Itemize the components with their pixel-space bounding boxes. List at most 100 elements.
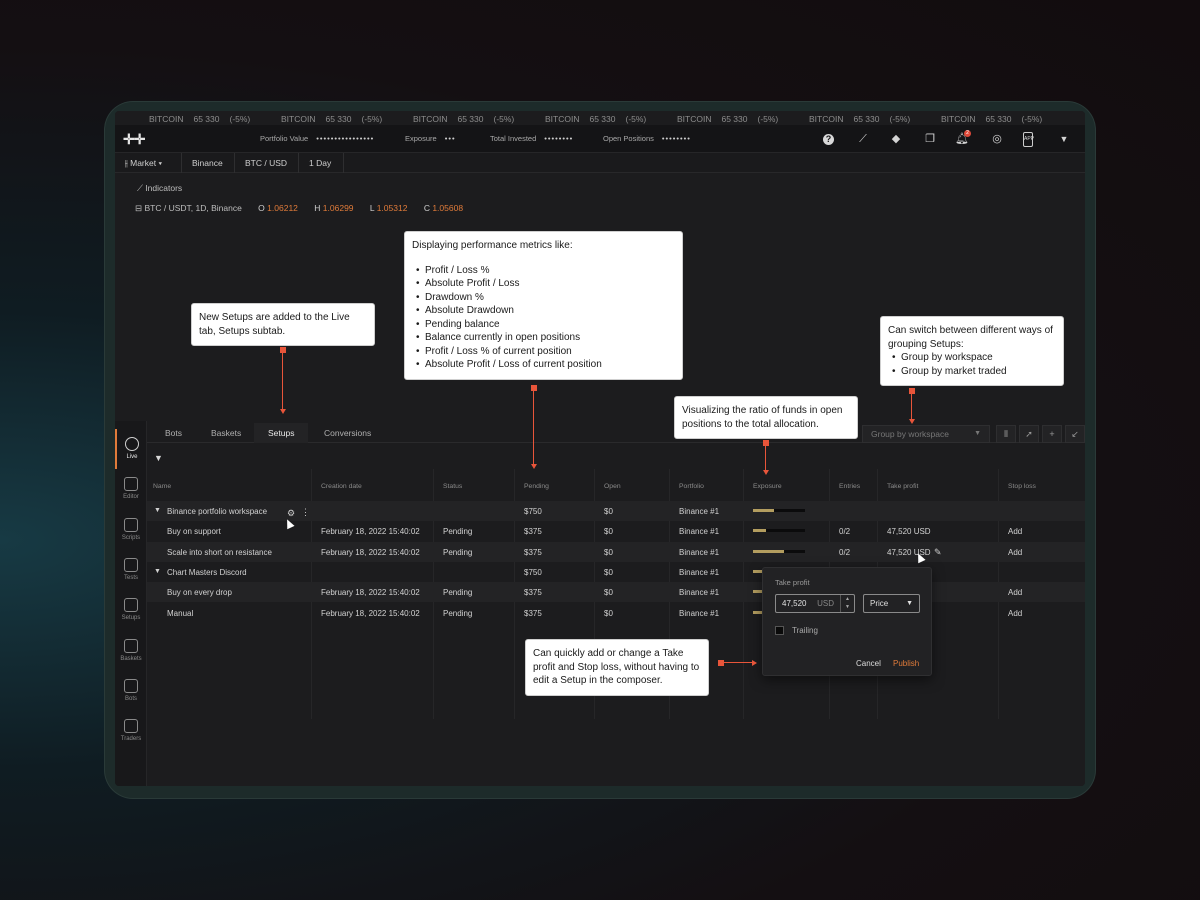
globe-icon[interactable]: ◎: [990, 132, 1004, 146]
app-icon[interactable]: APP: [1023, 132, 1034, 147]
diamond-icon[interactable]: ◆: [889, 132, 903, 146]
pointer-icon[interactable]: ➚: [1019, 425, 1039, 443]
annotation-takeprofit: Can quickly add or change a Take profit …: [525, 639, 709, 696]
column-header[interactable]: Exposure: [753, 483, 782, 490]
sidebar-item-scripts[interactable]: Scripts: [115, 510, 147, 550]
ticker-name: BITCOIN: [941, 114, 976, 124]
column-header[interactable]: Entries: [839, 483, 860, 490]
group-row[interactable]: ▼ Chart Masters Discord $750 $0 Binance #1: [147, 562, 1085, 582]
pair-selector[interactable]: BTC / USD: [235, 153, 299, 173]
sidebar-item-editor[interactable]: Editor: [115, 469, 147, 509]
ticker-name: BITCOIN: [545, 114, 580, 124]
column-header[interactable]: Open: [604, 483, 621, 490]
annotation-line: [911, 394, 912, 419]
cell-sl[interactable]: Add: [1008, 588, 1022, 597]
annotation-line: [724, 662, 753, 663]
cell-pending: $750: [524, 507, 542, 516]
table-row[interactable]: Scale into short on resistance February 1…: [147, 541, 1085, 562]
table-row[interactable]: Buy on every drop February 18, 2022 15:40…: [147, 582, 1085, 603]
scripts-icon: [124, 517, 138, 532]
cell-name: Manual: [167, 608, 194, 618]
sidebar-item-live[interactable]: Live: [115, 429, 147, 469]
sidebar-item-baskets[interactable]: Baskets: [115, 631, 147, 671]
cell-tp[interactable]: 47,520 USD: [887, 548, 931, 557]
sidebar-item-setups[interactable]: Setups: [115, 590, 147, 630]
grouping-item: Group by market traded: [888, 365, 1056, 379]
setups-panel: Bots Baskets Setups Conversions Group by…: [147, 421, 1085, 786]
traders-icon: [124, 719, 138, 734]
sidebar-item-label: Bots: [124, 695, 137, 702]
take-profit-popover: Take profit 47,520 USD ▲ ▼ Price ▼ Trailing …: [762, 567, 932, 676]
market-dropdown[interactable]: ⫲ Market ▾: [115, 153, 182, 173]
table-row[interactable]: Manual February 18, 2022 15:40:02 Pending $…: [147, 603, 1085, 623]
cell-open: $0: [604, 567, 613, 577]
app-logo: ✛✛: [123, 131, 145, 147]
column-header[interactable]: Creation date: [321, 483, 362, 490]
grouping-item: Group by workspace: [888, 351, 1056, 365]
collapse-panel-icon[interactable]: ↙: [1065, 425, 1085, 443]
add-icon[interactable]: +: [1042, 425, 1062, 443]
layers-icon[interactable]: ❐: [923, 132, 937, 146]
tab-setups[interactable]: Setups: [254, 423, 309, 443]
top-bar: ✛✛ Portfolio Value •••••••••••••••• Expos…: [115, 125, 1085, 153]
tab-conversions[interactable]: Conversions: [310, 423, 385, 443]
ticker-change: (-5%): [757, 114, 779, 124]
portfolio-value: Portfolio Value ••••••••••••••••: [260, 134, 375, 143]
ticker-price: 65 330: [853, 114, 880, 124]
cell-sl[interactable]: Add: [1008, 609, 1022, 618]
interval-selector[interactable]: 1 Day: [299, 153, 344, 173]
take-profit-input[interactable]: 47,520 USD ▲ ▼: [775, 594, 855, 613]
tab-bots[interactable]: Bots: [151, 423, 196, 443]
annotation-marker: [763, 440, 769, 446]
expand-icon[interactable]: ▼: [154, 507, 161, 514]
column-header[interactable]: Stop loss: [1008, 483, 1036, 490]
exposure-fill: [753, 509, 774, 512]
gear-icon[interactable]: ⚙: [287, 508, 295, 519]
cell-name: Binance portfolio workspace: [167, 507, 268, 516]
help-icon[interactable]: ?: [823, 134, 834, 145]
column-header[interactable]: Name: [153, 483, 171, 490]
cell-tp[interactable]: 47,520 USD: [887, 527, 931, 536]
stepper-icon[interactable]: ▲ ▼: [840, 595, 854, 612]
cell-portfolio: Binance #1: [679, 527, 720, 537]
trailing-label: Trailing: [792, 626, 818, 635]
annotation-marker: [909, 388, 915, 394]
indicators-button[interactable]: ⟋ Indicators: [137, 183, 182, 194]
annotation-line: [282, 353, 283, 409]
trailing-checkbox[interactable]: [775, 626, 784, 635]
chart-tool-icon[interactable]: ⟋: [856, 132, 870, 146]
publish-button[interactable]: Publish: [893, 659, 919, 668]
edit-pencil-icon[interactable]: ✎: [934, 547, 942, 558]
ticker-price: 65 330: [325, 114, 352, 124]
more-icon[interactable]: ⋮: [301, 507, 310, 518]
column-header[interactable]: Pending: [524, 483, 549, 490]
cell-sl[interactable]: Add: [1008, 548, 1022, 557]
cell-sl[interactable]: Add: [1008, 527, 1022, 536]
exchange-selector[interactable]: Binance: [182, 153, 235, 173]
sidebar-item-traders[interactable]: Traders: [115, 711, 147, 751]
bots-icon: [124, 678, 138, 693]
tab-baskets[interactable]: Baskets: [197, 423, 255, 443]
sidebar-item-label: Setups: [121, 615, 141, 622]
exposure-fill: [753, 529, 766, 533]
group-by-select[interactable]: Group by workspace ▼: [862, 425, 990, 443]
filter-icon[interactable]: ▼: [154, 453, 163, 463]
sidebar-item-bots[interactable]: Bots: [115, 671, 147, 711]
sidebar-item-tests[interactable]: Tests: [115, 550, 147, 590]
exposure-bar: [753, 549, 805, 553]
take-profit-type-select[interactable]: Price ▼: [863, 594, 920, 613]
cell-name: Buy on support: [167, 527, 221, 537]
grouping-title: Can switch between different ways of gro…: [888, 325, 1053, 350]
cancel-button[interactable]: Cancel: [856, 659, 881, 668]
cell-open: $0: [604, 507, 613, 516]
annotation-metrics: Displaying performance metrics like: Pro…: [404, 231, 683, 380]
take-profit-label: Take profit: [775, 578, 810, 587]
columns-icon[interactable]: ⫴: [996, 425, 1016, 443]
column-header[interactable]: Portfolio: [679, 483, 704, 490]
chevron-down-icon[interactable]: ▼: [1057, 132, 1071, 146]
column-header[interactable]: Status: [443, 483, 462, 490]
column-header[interactable]: Take profit: [887, 483, 918, 490]
ticker-change: (-5%): [229, 114, 251, 124]
exposure-bar: [753, 529, 805, 533]
expand-icon[interactable]: ▼: [154, 568, 161, 575]
